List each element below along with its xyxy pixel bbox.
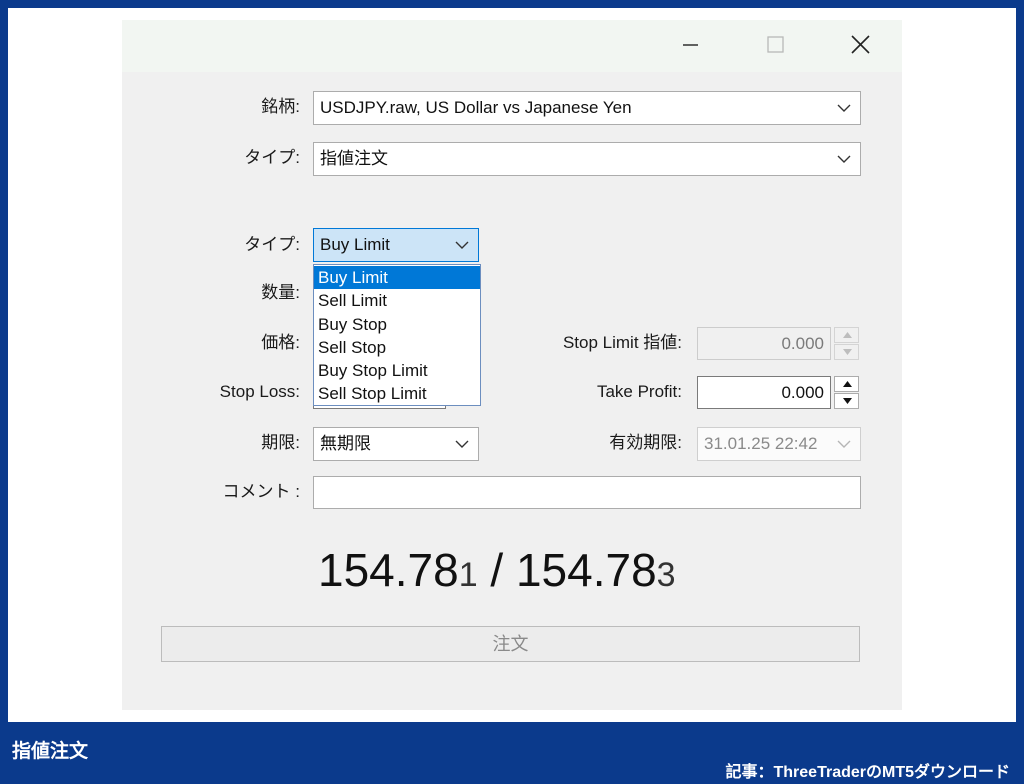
type-select[interactable]: 指値注文 xyxy=(313,142,861,176)
take-profit-label: Take Profit: xyxy=(596,382,682,401)
spinner-up-button[interactable] xyxy=(834,327,859,343)
arrow-down-icon xyxy=(843,398,852,404)
chevron-down-icon xyxy=(455,241,469,249)
spinner-down-button[interactable] xyxy=(834,393,859,409)
symbol-value: USDJPY.raw, US Dollar vs Japanese Yen xyxy=(320,98,632,117)
bid-price-main: 154.78 xyxy=(318,544,459,596)
order-type-label: タイプ: xyxy=(244,235,300,254)
order-type-value: Buy Limit xyxy=(320,235,390,254)
expiration-date-label: 有効期限: xyxy=(609,433,682,452)
close-icon[interactable] xyxy=(846,32,874,58)
symbol-label: 銘柄: xyxy=(261,97,300,116)
take-profit-spinner[interactable] xyxy=(834,376,859,409)
quote-separator: / xyxy=(477,544,516,596)
footer-title: 指値注文 xyxy=(12,741,89,762)
arrow-up-icon xyxy=(843,381,852,387)
type-label: タイプ: xyxy=(244,148,300,167)
dropdown-option-buy-stop-limit[interactable]: Buy Stop Limit xyxy=(314,359,480,382)
expiration-label: 期限: xyxy=(261,433,300,452)
stop-limit-input[interactable]: 0.000 xyxy=(697,327,831,360)
dropdown-option-sell-limit[interactable]: Sell Limit xyxy=(314,289,480,312)
dropdown-option-sell-stop[interactable]: Sell Stop xyxy=(314,336,480,359)
comment-label: コメント : xyxy=(222,482,300,501)
expiration-value: 無期限 xyxy=(320,434,371,453)
arrow-up-icon xyxy=(843,332,852,338)
bid-price-last-digit: 1 xyxy=(458,556,478,594)
arrow-down-icon xyxy=(843,349,852,355)
stop-limit-label: Stop Limit 指値: xyxy=(562,333,682,352)
chevron-down-icon xyxy=(837,440,851,448)
place-order-button[interactable]: 注文 xyxy=(161,626,860,662)
dropdown-option-sell-stop-limit[interactable]: Sell Stop Limit xyxy=(314,382,480,405)
chevron-down-icon xyxy=(455,440,469,448)
bid-ask-quote: 154.781 / 154.783 xyxy=(318,538,676,602)
take-profit-input[interactable]: 0.000 xyxy=(697,376,831,409)
minimize-icon[interactable] xyxy=(676,32,704,58)
order-type-dropdown: Buy Limit Sell Limit Buy Stop Sell Stop … xyxy=(313,264,481,406)
spinner-down-button[interactable] xyxy=(834,344,859,360)
article-link[interactable]: 記事：ThreeTraderのMT5ダウンロード xyxy=(726,758,1011,782)
expiration-select[interactable]: 無期限 xyxy=(313,427,479,461)
stop-limit-spinner[interactable] xyxy=(834,327,859,360)
stop-loss-label: Stop Loss: xyxy=(219,382,300,401)
order-type-select[interactable]: Buy Limit xyxy=(313,228,479,262)
expiration-date-select[interactable]: 31.01.25 22:42 xyxy=(697,427,861,461)
comment-input[interactable] xyxy=(313,476,861,509)
spinner-up-button[interactable] xyxy=(834,376,859,392)
ask-price-main: 154.78 xyxy=(515,544,657,596)
price-label: 価格: xyxy=(261,333,300,352)
chevron-down-icon xyxy=(837,155,851,163)
chevron-down-icon xyxy=(837,104,851,112)
expiration-date-value: 31.01.25 22:42 xyxy=(704,434,818,453)
maximize-icon[interactable] xyxy=(761,32,789,58)
volume-label: 数量: xyxy=(261,283,300,302)
symbol-select[interactable]: USDJPY.raw, US Dollar vs Japanese Yen xyxy=(313,91,861,125)
dropdown-option-buy-stop[interactable]: Buy Stop xyxy=(314,313,480,336)
type-value: 指値注文 xyxy=(320,149,388,168)
ask-price-last-digit: 3 xyxy=(656,556,676,594)
dropdown-option-buy-limit[interactable]: Buy Limit xyxy=(314,266,480,290)
